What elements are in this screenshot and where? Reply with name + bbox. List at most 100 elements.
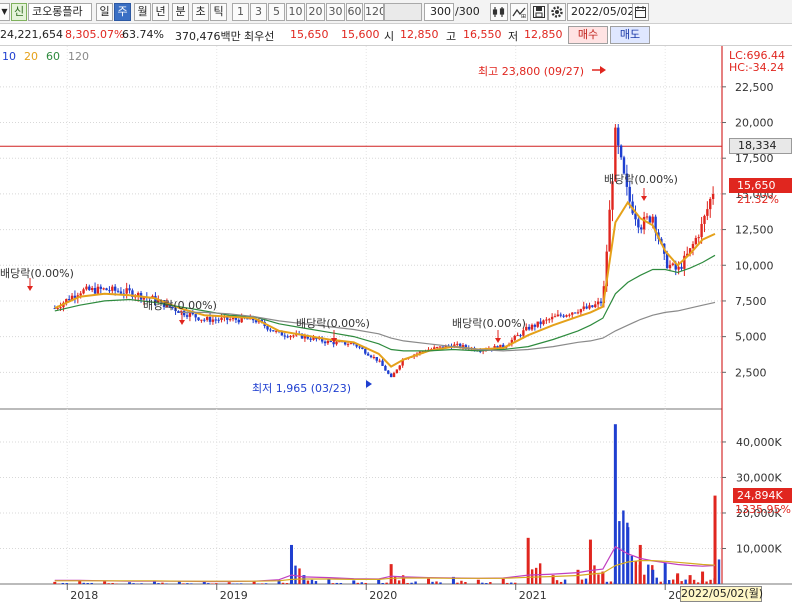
min-price-arrowhead [366, 380, 372, 388]
volume-bar [538, 563, 542, 584]
hc-label: HC:-34.24 [729, 61, 785, 74]
candle-body [200, 319, 203, 321]
volume-bar [215, 583, 218, 584]
candle-body [545, 319, 548, 321]
volume-bar [622, 510, 625, 584]
candle-body [85, 286, 88, 290]
volume-bar [705, 581, 708, 584]
candle-body [571, 312, 574, 315]
period-button-6[interactable]: 틱 [210, 3, 227, 21]
stock-chart[interactable]: 2,5005,0007,50010,00012,50015,00017,5002… [0, 46, 792, 606]
interval-button-3[interactable]: 10 [286, 3, 305, 21]
volume-bar [439, 582, 442, 584]
price-tick-label: 17,500 [735, 152, 774, 165]
volume-bar [128, 582, 132, 584]
dividend-label-4: 배당락(0.00%) [452, 317, 526, 330]
candle-body [628, 186, 631, 202]
volume-bar [506, 582, 509, 584]
volume-bar [240, 583, 243, 584]
time-tick-label: 2020 [369, 589, 397, 602]
candle-body [565, 315, 568, 317]
line-tool-icon[interactable]: ⊞ [510, 3, 528, 21]
candle-body [197, 317, 200, 321]
interval-button-5[interactable]: 30 [326, 3, 345, 21]
period-button-2[interactable]: 월 [134, 3, 151, 21]
interval-button-2[interactable]: 5 [268, 3, 285, 21]
candle-body [668, 264, 672, 269]
interval-button-7[interactable]: 120 [364, 3, 384, 21]
volume-bar [476, 579, 480, 584]
candle-body [398, 365, 401, 370]
candle-body [680, 266, 683, 269]
volume-bar [132, 583, 135, 584]
volume-bar [667, 580, 671, 584]
gear-icon[interactable] [548, 3, 566, 21]
period-button-0[interactable]: 일 [96, 3, 113, 21]
candle-body [637, 219, 640, 228]
volume-bar [327, 579, 331, 584]
volume-tick-label: 30,000K [736, 471, 782, 484]
volume-bar [647, 564, 650, 584]
stock-name-field[interactable]: 코오롱플라 [28, 3, 92, 21]
sell-button[interactable]: 매도 [610, 26, 650, 44]
volume-bar [618, 521, 621, 584]
period-button-4[interactable]: 분 [172, 3, 189, 21]
candle-body [217, 319, 220, 321]
candle-body [113, 286, 117, 291]
volume-bar [285, 583, 289, 584]
save-icon[interactable] [530, 3, 548, 21]
candle-body [539, 321, 542, 325]
interval-button-0[interactable]: 1 [232, 3, 249, 21]
candle-body [205, 316, 209, 320]
volume-bar [501, 578, 505, 584]
interval-button-4[interactable]: 20 [306, 3, 325, 21]
candle-body [608, 209, 611, 252]
interval-button-6[interactable]: 60 [346, 3, 363, 21]
chart-grid [0, 46, 792, 585]
buy-button[interactable]: 매수 [568, 26, 608, 44]
date-input[interactable]: 2022/05/02 [567, 3, 633, 21]
candle-body [594, 304, 597, 308]
dividend-arrowhead [495, 338, 501, 343]
max-price-annotation: 최고 23,800 (09/27) [478, 65, 585, 78]
volume-bar [609, 581, 613, 584]
volume-bar [460, 580, 463, 584]
best-ask-price: 15,650 [290, 28, 329, 41]
candle-body [375, 356, 378, 361]
period-button-5[interactable]: 초 [192, 3, 209, 21]
volume-bar [381, 582, 384, 584]
current-change-rate: 21.32% [737, 193, 779, 206]
volume-bar [643, 574, 646, 584]
volume-bar [165, 583, 168, 584]
volume-bar [385, 582, 388, 584]
price-tick-label: 20,000 [735, 117, 774, 130]
candle-body [208, 316, 212, 322]
volume-bar [597, 574, 600, 584]
volume-bar [202, 581, 206, 584]
volume-change-rate-label: 1335.95% [735, 503, 791, 516]
candle-body [694, 237, 698, 244]
candle-body [648, 216, 652, 223]
period-button-3[interactable]: 년 [152, 3, 169, 21]
interval-button-1[interactable]: 3 [250, 3, 267, 21]
candle-body [234, 317, 238, 320]
price-tick-label: 22,500 [735, 81, 774, 94]
volume-bars [53, 424, 721, 584]
calendar-icon[interactable] [632, 3, 649, 21]
period-button-1[interactable]: 주 [114, 3, 131, 21]
volume-bar [464, 581, 467, 584]
interval-dropdown[interactable] [384, 3, 422, 21]
volume-bar [659, 581, 662, 584]
candle-body [211, 319, 215, 322]
volume-bar [701, 571, 705, 584]
volume-bar [107, 583, 110, 584]
volume-bar [227, 582, 231, 584]
stock-dropdown-arrow[interactable]: ▼ [0, 3, 10, 21]
candle-body [90, 287, 94, 291]
volume-bar [663, 562, 667, 584]
indicator-icon[interactable] [490, 3, 508, 21]
open-label: 시 [384, 30, 395, 43]
candle-count-input[interactable]: 300 [424, 3, 454, 21]
candle-body [119, 291, 123, 294]
candle-body [562, 315, 565, 317]
